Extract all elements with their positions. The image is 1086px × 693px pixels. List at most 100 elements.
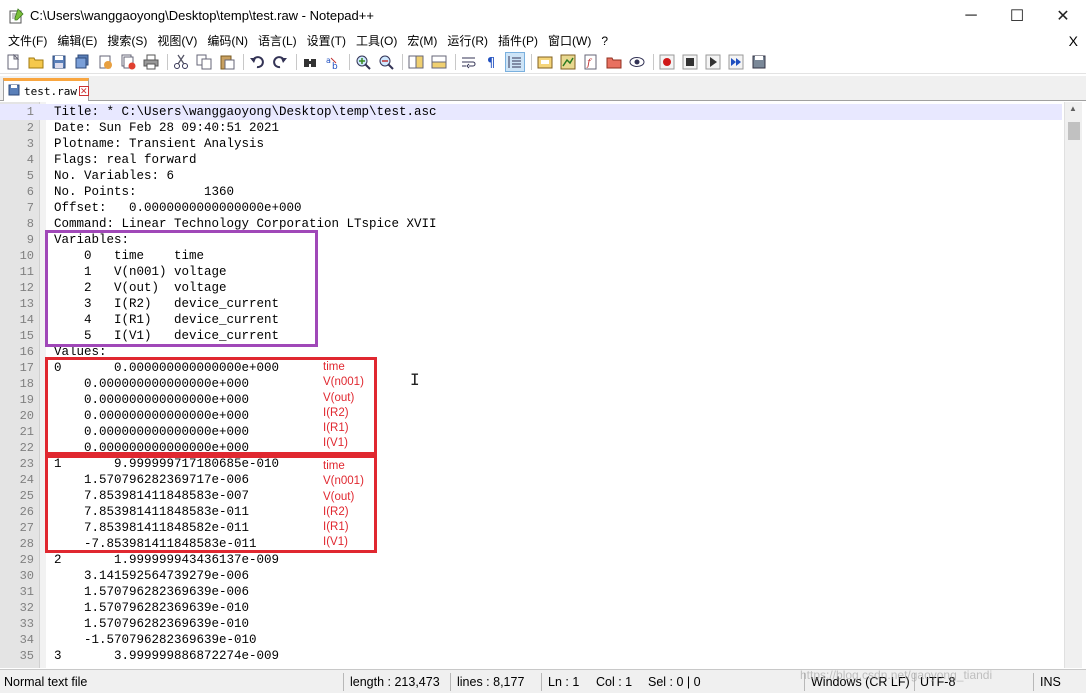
line-number: 20 [19, 409, 34, 423]
editor-line[interactable]: 31 1.570796282369639e-006 [0, 584, 1062, 600]
sync-vertical-icon[interactable] [406, 52, 426, 72]
menu-macro[interactable]: 宏(M) [402, 31, 442, 51]
close-icon[interactable] [95, 52, 115, 72]
menu-run[interactable]: 运行(R) [442, 31, 493, 51]
annotation-label: I(R1) [323, 422, 349, 435]
function-list-icon[interactable]: f [581, 52, 601, 72]
line-text: -1.570796282369639e-010 [54, 633, 257, 647]
stop-macro-icon[interactable] [680, 52, 700, 72]
annotation-label: I(R2) [323, 505, 349, 518]
save-macro-icon[interactable] [749, 52, 769, 72]
word-wrap-icon[interactable] [459, 52, 479, 72]
line-number: 14 [19, 313, 34, 327]
line-number: 16 [19, 345, 34, 359]
annotation-label: I(V1) [323, 536, 348, 549]
scrollbar-thumb[interactable] [1068, 122, 1080, 140]
undo-icon[interactable] [247, 52, 267, 72]
paste-icon[interactable] [217, 52, 237, 72]
line-number: 10 [19, 249, 34, 263]
status-length: length : 213,473 [350, 675, 440, 689]
editor-line[interactable]: 3 Plotname: Transient Analysis [0, 136, 1062, 152]
line-number: 11 [19, 265, 34, 279]
menu-tools[interactable]: 工具(O) [351, 31, 402, 51]
scroll-up-icon[interactable]: ▲ [1069, 104, 1077, 113]
line-number: 29 [19, 553, 34, 567]
toolbar: ab ¶ f [0, 51, 1086, 74]
zoom-in-icon[interactable] [353, 52, 373, 72]
minimize-button[interactable]: ─ [948, 0, 994, 31]
editor-line[interactable]: 1 Title: * C:\Users\wanggaoyong\Desktop\t… [0, 104, 1062, 120]
line-text: Flags: real forward [54, 153, 197, 167]
editor-line[interactable]: 2 Date: Sun Feb 28 09:40:51 2021 [0, 120, 1062, 136]
line-text: 1.570796282369639e-010 [54, 617, 250, 631]
user-lang-icon[interactable] [535, 52, 555, 72]
svg-text:b: b [332, 62, 338, 70]
maximize-button[interactable]: ☐ [994, 0, 1040, 31]
editor-area[interactable]: 1 Title: * C:\Users\wanggaoyong\Desktop\t… [0, 102, 1086, 668]
editor-line[interactable]: 33 1.570796282369639e-010 [0, 616, 1062, 632]
show-all-chars-icon[interactable]: ¶ [482, 52, 502, 72]
editor-line[interactable]: 29 2 1.999999943436137e-009 [0, 552, 1062, 568]
editor-line[interactable]: 4 Flags: real forward [0, 152, 1062, 168]
tab-close-icon[interactable]: ✕ [78, 86, 89, 96]
close-window-button[interactable]: ✕ [1040, 0, 1086, 31]
line-number: 19 [19, 393, 34, 407]
editor-line[interactable]: 7 Offset: 0.0000000000000000e+000 [0, 200, 1062, 216]
tab-test-raw[interactable]: test.raw ✕ [3, 78, 89, 101]
line-text: 1.570796282369639e-006 [54, 585, 250, 599]
vertical-scrollbar[interactable]: ▲ [1064, 102, 1082, 668]
replace-icon[interactable]: ab [323, 52, 343, 72]
save-all-icon[interactable] [72, 52, 92, 72]
cut-icon[interactable] [171, 52, 191, 72]
monitoring-icon[interactable] [627, 52, 647, 72]
menu-file[interactable]: 文件(F) [0, 31, 52, 51]
menu-edit[interactable]: 编辑(E) [52, 31, 102, 51]
find-icon[interactable] [300, 52, 320, 72]
new-file-icon[interactable] [3, 52, 23, 72]
editor-line[interactable]: 35 3 3.999999886872274e-009 [0, 648, 1062, 664]
menu-language[interactable]: 语言(L) [253, 31, 302, 51]
open-file-icon[interactable] [26, 52, 46, 72]
notepad-plus-plus-icon [8, 7, 24, 24]
menu-settings[interactable]: 设置(T) [302, 31, 351, 51]
menu-encoding[interactable]: 编码(N) [202, 31, 253, 51]
menu-window[interactable]: 窗口(W) [543, 31, 596, 51]
editor-line[interactable]: 5 No. Variables: 6 [0, 168, 1062, 184]
line-number: 30 [19, 569, 34, 583]
sync-horizontal-icon[interactable] [429, 52, 449, 72]
folder-workspace-icon[interactable] [604, 52, 624, 72]
annotation-label: V(out) [323, 490, 355, 503]
menu-plugins[interactable]: 插件(P) [493, 31, 543, 51]
line-number: 26 [19, 505, 34, 519]
close-document-button[interactable]: X [1069, 31, 1078, 51]
editor-line[interactable]: 6 No. Points: 1360 [0, 184, 1062, 200]
redo-icon[interactable] [270, 52, 290, 72]
annotation-label: time [323, 361, 345, 373]
save-icon[interactable] [49, 52, 69, 72]
play-macro-icon[interactable] [703, 52, 723, 72]
line-number: 6 [26, 185, 34, 199]
line-number: 12 [19, 281, 34, 295]
close-all-icon[interactable] [118, 52, 138, 72]
run-macro-multiple-icon[interactable] [726, 52, 746, 72]
menu-help[interactable]: ? [596, 31, 613, 51]
doc-map-icon[interactable] [558, 52, 578, 72]
indent-guide-icon[interactable] [505, 52, 525, 72]
print-icon[interactable] [141, 52, 161, 72]
menu-view[interactable]: 视图(V) [152, 31, 202, 51]
title-bar: C:\Users\wanggaoyong\Desktop\temp\test.r… [0, 0, 1086, 31]
record-macro-icon[interactable] [657, 52, 677, 72]
line-text: No. Variables: 6 [54, 169, 175, 183]
annotation-label: I(V1) [323, 437, 348, 450]
status-line-number: Ln : 1 [548, 675, 580, 689]
editor-line[interactable]: 30 3.141592564739279e-006 [0, 568, 1062, 584]
editor-line[interactable]: 34 -1.570796282369639e-010 [0, 632, 1062, 648]
editor-line[interactable]: 32 1.570796282369639e-010 [0, 600, 1062, 616]
copy-icon[interactable] [194, 52, 214, 72]
menu-search[interactable]: 搜索(S) [102, 31, 152, 51]
toolbar-separator [455, 54, 456, 70]
line-number: 35 [19, 649, 34, 663]
zoom-out-icon[interactable] [376, 52, 396, 72]
status-insert-mode[interactable]: INS [1036, 670, 1061, 693]
svg-text:¶: ¶ [487, 56, 495, 70]
